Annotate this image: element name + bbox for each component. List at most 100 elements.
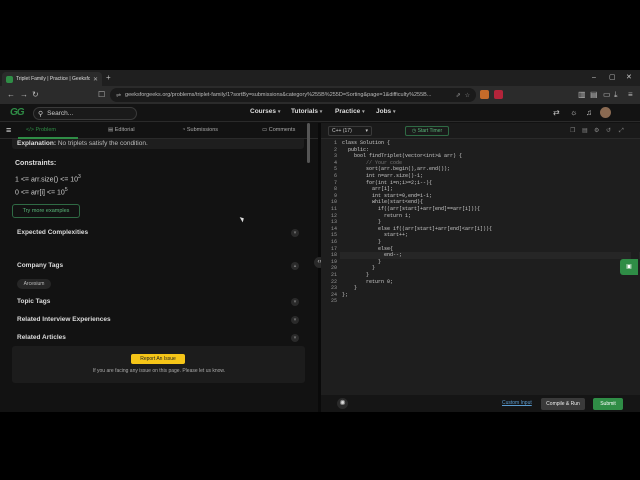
code-line[interactable]: sort(arr.begin(),arr.end()); [342, 166, 450, 173]
forward-icon[interactable]: → [20, 89, 28, 101]
code-line[interactable]: return 1; [342, 213, 411, 220]
editor-toolbar: C++ (17) ▾ ◷ Start Timer ❐ ▤ ⚙ ↺ ⤢ [321, 123, 640, 139]
explanation-label: Explanation: [17, 140, 57, 147]
code-line[interactable]: public: [342, 147, 369, 154]
line-number-gutter: 1 2 3 4 5 6 7 8 9 10 11 12 13 14 15 16 17 18 19 20 21 22 23 24 2… [321, 139, 340, 395]
vpn-icon[interactable]: ▭ [603, 89, 611, 101]
code-line[interactable]: else if((arr[start]+arr[end]<arr[i])){ [342, 226, 492, 233]
code-line[interactable]: bool findTriplet(vector<int>& arr) { [342, 153, 462, 160]
section-topic-tags[interactable]: Topic Tags [17, 298, 50, 305]
code-line[interactable]: } [342, 259, 381, 266]
fullscreen-icon[interactable]: ⤢ [619, 127, 624, 135]
try-more-examples-button[interactable]: Try more examples [12, 204, 80, 218]
code-line[interactable]: // Your code [342, 160, 402, 167]
reload-icon[interactable]: ↻ [32, 89, 39, 101]
star-icon[interactable]: ☆ [465, 92, 470, 99]
code-line[interactable]: } [342, 272, 369, 279]
problem-scrollbar[interactable] [307, 123, 310, 163]
menu-tutorials[interactable]: Tutorials ▾ [291, 108, 322, 115]
wallet-icon[interactable]: ▤ [590, 89, 598, 101]
code-line[interactable]: } [342, 285, 357, 292]
tab-close-icon[interactable]: ✕ [93, 76, 98, 83]
reset-icon[interactable]: ↺ [606, 127, 611, 135]
share-icon[interactable]: ⇗ [456, 92, 461, 99]
code-line[interactable]: } [342, 265, 375, 272]
menu-jobs[interactable]: Jobs ▾ [376, 108, 396, 115]
line-number: 1 [333, 140, 337, 146]
copy-icon[interactable]: ❐ [570, 127, 575, 135]
chevron-down-icon[interactable]: ▾ [291, 316, 299, 324]
new-tab-icon[interactable]: + [106, 72, 111, 84]
section-related-interview-experiences[interactable]: Related Interview Experiences [17, 316, 111, 323]
url-field[interactable]: ⇌ geeksforgeeks.org/problems/triplet-fam… [110, 88, 476, 102]
hamburger-icon[interactable]: ≡ [6, 126, 11, 135]
download-icon[interactable]: ⤓ [614, 89, 618, 101]
chevron-down-icon[interactable]: ▾ [291, 229, 299, 237]
back-icon[interactable]: ← [7, 89, 15, 101]
start-timer-button[interactable]: ◷ Start Timer [405, 126, 449, 136]
section-expected-complexities[interactable]: Expected Complexities [17, 229, 88, 236]
minimize-icon[interactable]: – [592, 72, 596, 84]
code-line[interactable]: int start=0,end=i-1; [342, 193, 432, 200]
language-select[interactable]: C++ (17) ▾ [328, 126, 372, 136]
code-line[interactable]: if((arr[start]+arr[end]==arr[i])){ [342, 206, 480, 213]
code-line[interactable]: end--; [342, 252, 402, 259]
tab-editorial[interactable]: ▤ Editorial [108, 127, 135, 133]
custom-input-link[interactable]: Custom Input [502, 400, 532, 406]
brave-shield-icon[interactable] [480, 90, 489, 99]
line-number: 25 [330, 298, 337, 305]
line-number: 11 [330, 206, 337, 212]
section-related-articles[interactable]: Related Articles [17, 334, 66, 341]
extension-icon[interactable] [494, 90, 503, 99]
code-line[interactable]: for(int i=n;i>=2;i--){ [342, 180, 432, 187]
code-line[interactable]: return 0; [342, 279, 393, 286]
gfg-logo-icon[interactable]: GG [10, 107, 25, 118]
code-line[interactable]: class Solution { [342, 140, 390, 147]
theme-toggle-icon[interactable]: ☼ [570, 108, 577, 118]
settings-icon[interactable]: ⚙ [594, 127, 599, 135]
tab-comments[interactable]: ▭ Comments [262, 127, 295, 133]
tab-submissions[interactable]: ◔ Submissions [182, 127, 218, 133]
constraint-1: 1 <= arr.size() <= 103 [15, 174, 81, 183]
sidebar-toggle-icon[interactable]: ▥ [578, 89, 586, 101]
code-editor[interactable]: 1 2 3 4 5 6 7 8 9 10 11 12 13 14 15 16 17 18 19 20 21 22 23 24 2… [321, 139, 640, 395]
constraint-1-text: 1 <= arr.size() <= 10 [15, 176, 79, 184]
site-info-icon[interactable]: ⇌ [116, 92, 121, 99]
menu-jobs-label: Jobs [376, 108, 392, 115]
translate-icon[interactable]: ⇄ [553, 108, 560, 118]
menu-practice[interactable]: Practice ▾ [335, 108, 365, 115]
report-issue-button[interactable]: Report An Issue [131, 354, 185, 364]
avatar[interactable] [600, 107, 611, 118]
line-number: 7 [333, 179, 337, 186]
code-line[interactable]: start++; [342, 232, 408, 239]
code-line[interactable]: while(start<end){ [342, 199, 423, 206]
code-line[interactable]: }; [342, 292, 348, 299]
chevron-down-icon[interactable]: ▾ [291, 334, 299, 342]
code-line[interactable]: int n=arr.size()-1; [342, 173, 423, 180]
submit-button[interactable]: Submit [593, 398, 623, 410]
maximize-icon[interactable]: ▢ [609, 72, 616, 84]
notification-bell-icon[interactable]: ♫ [586, 108, 592, 118]
chevron-up-icon[interactable]: ▴ [291, 262, 299, 270]
ai-assistant-icon[interactable]: ✺ [337, 398, 348, 409]
line-number: 17 [330, 245, 337, 252]
format-icon[interactable]: ▤ [582, 127, 588, 135]
site-search-input[interactable]: ⚲ Search... [33, 107, 137, 120]
code-line[interactable]: } [342, 239, 381, 246]
compile-run-button[interactable]: Compile & Run [541, 398, 585, 410]
language-label: C++ (17) [332, 128, 352, 134]
close-window-icon[interactable]: ✕ [626, 72, 632, 84]
code-line[interactable]: else{ [342, 246, 393, 253]
line-number: 12 [330, 212, 337, 219]
browser-tab-active[interactable]: Triplet Family | Practice | GeeksforGeek… [2, 72, 102, 86]
menu-courses[interactable]: Courses ▾ [250, 108, 280, 115]
menu-icon[interactable]: ≡ [628, 89, 633, 101]
section-company-tags[interactable]: Company Tags [17, 262, 63, 269]
code-line[interactable]: arr[i]; [342, 186, 393, 193]
bookmark-icon[interactable]: ☐ [98, 89, 105, 101]
chat-float-icon[interactable]: ▣ [620, 259, 638, 275]
company-tag-chip[interactable]: Arcesium [17, 279, 51, 289]
code-line[interactable]: } [342, 219, 381, 226]
chevron-down-icon[interactable]: ▾ [291, 298, 299, 306]
tab-problem[interactable]: </> Problem [26, 127, 56, 133]
